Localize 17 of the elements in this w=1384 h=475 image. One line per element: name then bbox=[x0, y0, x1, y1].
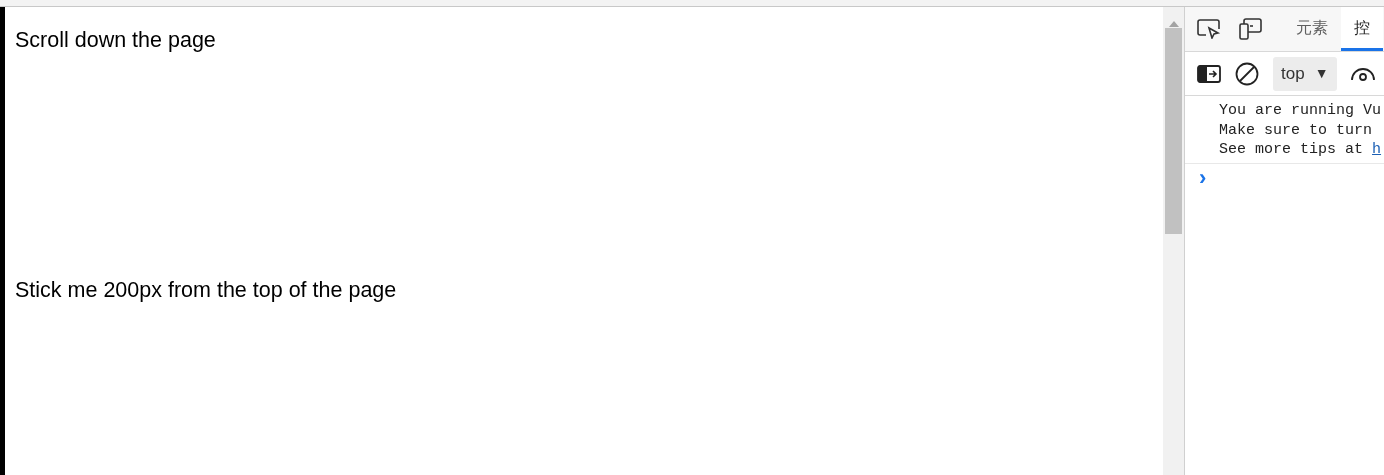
context-dropdown[interactable]: top ▼ bbox=[1273, 56, 1337, 91]
console-message: See more tips at h bbox=[1219, 140, 1383, 160]
page-text: Stick me 200px from the top of the page bbox=[15, 277, 397, 304]
page-text: Scroll down the page bbox=[15, 27, 216, 54]
devtools-tab[interactable]: 控 bbox=[1341, 7, 1383, 51]
clear-console-icon[interactable] bbox=[1235, 61, 1259, 86]
devtools-tab[interactable]: 元素 bbox=[1283, 7, 1341, 51]
scrollbar-thumb[interactable] bbox=[1165, 28, 1182, 234]
console-message: You are running Vu bbox=[1219, 101, 1383, 121]
console-link[interactable]: h bbox=[1372, 141, 1382, 158]
device-toolbar-icon[interactable] bbox=[1239, 18, 1263, 40]
eye-icon[interactable] bbox=[1350, 66, 1375, 81]
console-prompt[interactable]: › bbox=[1199, 164, 1207, 190]
console-message: Make sure to turn bbox=[1219, 120, 1374, 140]
scrollbar[interactable] bbox=[1163, 7, 1185, 475]
sidebar-toggle-icon[interactable] bbox=[1197, 64, 1221, 83]
inspect-element-icon[interactable] bbox=[1197, 19, 1221, 39]
